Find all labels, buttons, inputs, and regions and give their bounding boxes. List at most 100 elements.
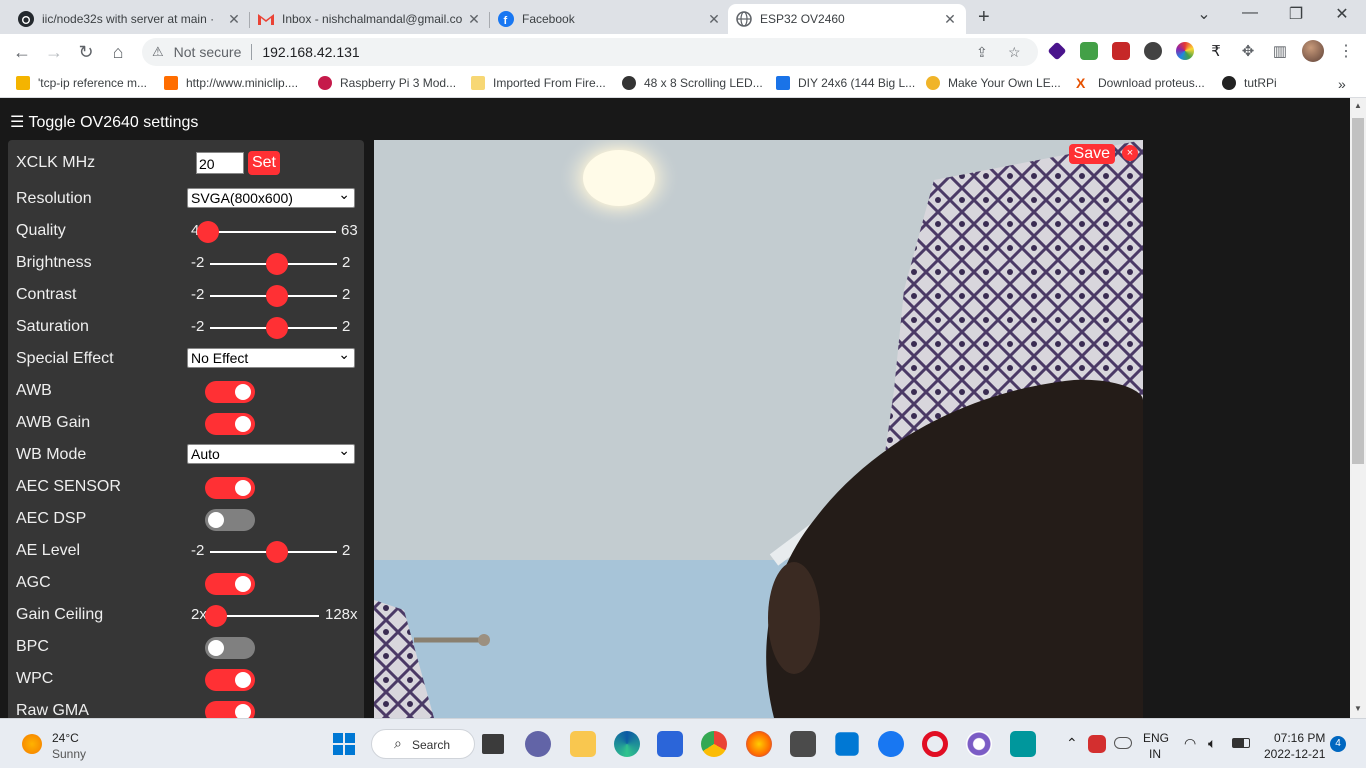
extension-icon[interactable]: [1080, 42, 1098, 60]
aec-sensor-toggle[interactable]: [205, 477, 255, 499]
warning-icon[interactable]: ⚠: [152, 44, 164, 60]
weather-temp[interactable]: 24°C: [52, 731, 79, 745]
firefox-icon[interactable]: [746, 731, 772, 757]
awb-toggle[interactable]: [205, 381, 255, 403]
volume-icon[interactable]: 🔈︎: [1208, 735, 1216, 752]
window-close-icon[interactable]: ✕: [1330, 4, 1354, 24]
bookmark-item[interactable]: Make Your Own LE...: [926, 76, 1061, 90]
sublime-text-icon[interactable]: [790, 731, 816, 757]
chrome-icon[interactable]: [701, 731, 727, 757]
address-bar[interactable]: ⚠ Not secure 192.168.42.131 ⇪ ☆: [142, 38, 1038, 66]
bookmark-item[interactable]: Imported From Fire...: [471, 76, 606, 90]
aec-dsp-toggle[interactable]: [205, 509, 255, 531]
notification-badge[interactable]: 4: [1330, 736, 1346, 752]
color-picker-icon[interactable]: [1176, 42, 1194, 60]
set-button[interactable]: Set: [248, 151, 280, 175]
battery-icon[interactable]: [1232, 738, 1250, 748]
awb-gain-toggle[interactable]: [205, 413, 255, 435]
resolution-select[interactable]: SVGA(800x600): [187, 185, 355, 208]
xclk-input[interactable]: 20: [196, 152, 244, 174]
close-stream-icon[interactable]: ×: [1122, 145, 1138, 161]
scroll-down-icon[interactable]: ▼: [1354, 704, 1362, 713]
security-label[interactable]: Not secure: [174, 44, 242, 60]
close-tab-icon[interactable]: ✕: [706, 11, 722, 28]
special-effect-select[interactable]: No Effect: [187, 345, 355, 368]
bookmark-item[interactable]: DIY 24x6 (144 Big L...: [776, 76, 915, 90]
home-icon[interactable]: ⌂: [106, 40, 130, 64]
wifi-icon[interactable]: ◠: [1184, 735, 1196, 752]
extensions-puzzle-icon[interactable]: ✥: [1236, 40, 1260, 64]
agc-toggle[interactable]: [205, 573, 255, 595]
scrollbar-thumb[interactable]: [1352, 118, 1364, 464]
share-icon[interactable]: ⇪: [976, 44, 988, 61]
settings-toggle[interactable]: ☰ Toggle OV2640 settings: [10, 112, 198, 132]
tray-app-icon[interactable]: [1088, 735, 1106, 753]
close-tab-icon[interactable]: ✕: [942, 11, 958, 28]
extension-icon[interactable]: [1047, 41, 1067, 61]
side-panel-icon[interactable]: ▥: [1268, 40, 1292, 64]
store-icon[interactable]: [657, 731, 683, 757]
bookmark-item[interactable]: 48 x 8 Scrolling LED...: [622, 76, 763, 90]
bookmark-item[interactable]: X Download proteus...: [1076, 76, 1205, 90]
app-icon[interactable]: [966, 731, 992, 757]
clock-date[interactable]: 2022-12-21: [1264, 747, 1325, 761]
minimize-icon[interactable]: —: [1238, 4, 1262, 22]
quality-slider-thumb[interactable]: [197, 221, 219, 243]
sun-icon[interactable]: [22, 734, 42, 754]
menu-kebab-icon[interactable]: ⋮: [1334, 40, 1358, 64]
rupee-icon[interactable]: ₹: [1204, 40, 1228, 64]
restore-icon[interactable]: ❐: [1284, 4, 1308, 24]
arduino-icon[interactable]: [1010, 731, 1036, 757]
new-tab-button[interactable]: +: [978, 6, 990, 29]
back-icon[interactable]: ←: [10, 40, 34, 64]
taskbar-search[interactable]: ⌕ Search: [371, 729, 475, 759]
save-button[interactable]: Save: [1068, 144, 1115, 164]
file-explorer-icon[interactable]: [570, 731, 596, 757]
quality-slider[interactable]: [208, 231, 336, 233]
clock-time[interactable]: 07:16 PM: [1274, 731, 1325, 745]
windows-start-icon[interactable]: [331, 731, 357, 757]
scroll-up-icon[interactable]: ▲: [1354, 101, 1362, 110]
bookmark-item[interactable]: tutRPi: [1222, 76, 1277, 90]
saturation-slider-thumb[interactable]: [265, 317, 288, 339]
bookmark-item[interactable]: Raspberry Pi 3 Mod...: [318, 76, 456, 90]
wb-mode-select[interactable]: Auto: [187, 441, 355, 464]
extension-icon[interactable]: [1144, 42, 1162, 60]
forward-icon[interactable]: →: [42, 40, 66, 64]
bookmark-item[interactable]: 'tcp-ip reference m...: [16, 76, 147, 90]
raw-gma-toggle[interactable]: [205, 701, 255, 718]
more-bookmarks-button[interactable]: »: [1338, 76, 1346, 92]
tab-github[interactable]: iic/node32s with server at main · ✕: [10, 4, 250, 34]
contrast-slider-thumb[interactable]: [265, 285, 288, 307]
tab-gmail[interactable]: Inbox - nishchalmandal@gmail.co ✕: [250, 4, 490, 34]
opera-icon[interactable]: [922, 731, 948, 757]
teams-chat-icon[interactable]: [525, 731, 551, 757]
weather-condition[interactable]: Sunny: [52, 747, 86, 761]
bookmark-star-icon[interactable]: ☆: [1008, 44, 1021, 61]
close-tab-icon[interactable]: ✕: [466, 11, 482, 28]
tab-facebook[interactable]: f Facebook ✕: [490, 4, 730, 34]
tab-search-icon[interactable]: ⌄: [1192, 4, 1216, 24]
bookmark-item[interactable]: http://www.miniclip....: [164, 76, 298, 90]
facebook-app-icon[interactable]: [878, 731, 904, 757]
task-view-icon[interactable]: [482, 734, 504, 754]
brightness-slider-thumb[interactable]: [265, 253, 288, 275]
page-scrollbar[interactable]: ▲ ▼: [1350, 98, 1366, 718]
close-tab-icon[interactable]: ✕: [226, 11, 242, 28]
reload-icon[interactable]: ↻: [74, 40, 98, 64]
cloud-icon[interactable]: [1114, 737, 1132, 749]
gain-ceiling-slider[interactable]: [216, 615, 319, 617]
lang-line1[interactable]: ENG: [1143, 731, 1169, 745]
bpc-toggle[interactable]: [205, 637, 255, 659]
vscode-icon[interactable]: [835, 732, 859, 756]
hamburger-icon[interactable]: ☰: [10, 114, 24, 131]
tray-overflow-icon[interactable]: ⌃: [1066, 735, 1078, 752]
gain-ceiling-slider-thumb[interactable]: [205, 605, 227, 627]
url-text[interactable]: 192.168.42.131: [262, 44, 359, 60]
ae-level-slider-thumb[interactable]: [265, 541, 288, 563]
lang-line2[interactable]: IN: [1149, 747, 1161, 761]
tab-esp32[interactable]: ESP32 OV2460 ✕: [728, 4, 966, 34]
wpc-toggle[interactable]: [205, 669, 255, 691]
profile-avatar[interactable]: [1302, 40, 1324, 62]
ublock-icon[interactable]: [1112, 42, 1130, 60]
